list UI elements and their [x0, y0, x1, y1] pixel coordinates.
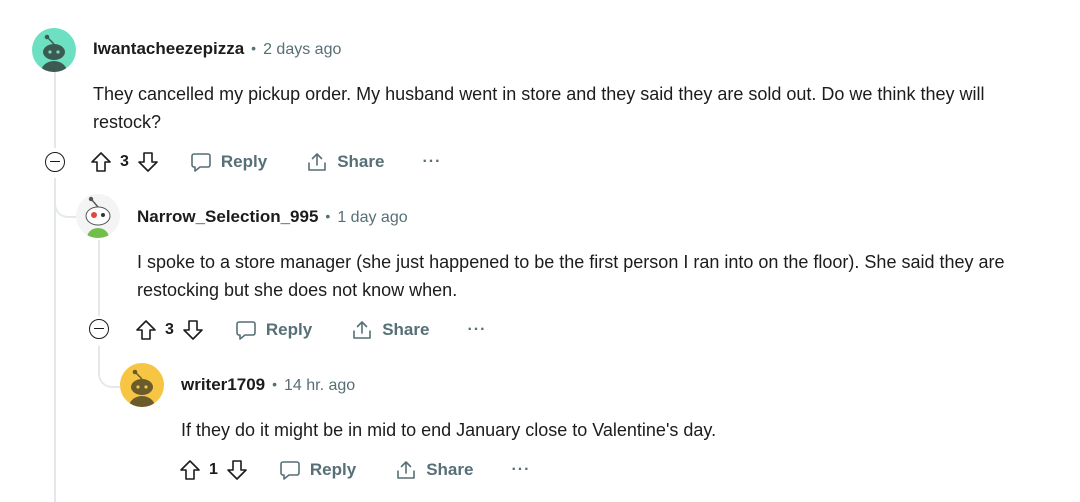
comment-body: They cancelled my pickup order. My husba… [93, 84, 985, 132]
vote-count: 1 [209, 461, 218, 478]
reply-button[interactable]: Reply [235, 319, 312, 341]
downvote-icon[interactable] [182, 319, 204, 341]
share-label: Share [426, 460, 474, 479]
downvote-icon[interactable] [137, 151, 159, 173]
share-button[interactable]: Share [306, 151, 384, 173]
thread-connector [98, 346, 120, 388]
share-icon [395, 459, 417, 481]
comment-meta: Narrow_Selection_995 • 1 day ago [137, 207, 408, 227]
vote-count: 3 [165, 321, 174, 338]
more-options-button[interactable]: ··· [467, 321, 486, 339]
avatar[interactable] [76, 194, 120, 238]
collapse-thread-button[interactable] [89, 319, 109, 339]
thread-line-reply [98, 240, 100, 316]
avatar[interactable] [32, 28, 76, 72]
comment-body: If they do it might be in mid to end Jan… [181, 420, 717, 440]
upvote-icon[interactable] [179, 459, 201, 481]
share-label: Share [382, 320, 430, 339]
thread-line-main [54, 178, 56, 502]
comment-bubble-icon [235, 319, 257, 341]
snoo-avatar-icon [41, 34, 67, 72]
more-options-button[interactable]: ··· [511, 461, 530, 479]
upvote-icon[interactable] [90, 151, 112, 173]
thread-line-main [54, 72, 56, 148]
meta-separator: • [251, 40, 257, 56]
timestamp[interactable]: 14 hr. ago [284, 377, 355, 395]
comment-bubble-icon [190, 151, 212, 173]
comment-meta: Iwantacheezepizza • 2 days ago [93, 39, 341, 59]
thread-connector [54, 190, 78, 218]
reply-label: Reply [220, 152, 268, 171]
username[interactable]: Iwantacheezepizza [93, 39, 244, 59]
comment-bubble-icon [279, 459, 301, 481]
comment-meta: writer1709 • 14 hr. ago [181, 375, 355, 395]
snoo-avatar-icon [85, 196, 111, 238]
timestamp[interactable]: 2 days ago [263, 41, 341, 59]
meta-separator: • [325, 208, 331, 224]
snoo-avatar-icon [129, 369, 155, 407]
upvote-icon[interactable] [135, 319, 157, 341]
downvote-icon[interactable] [226, 459, 248, 481]
username[interactable]: writer1709 [181, 375, 265, 395]
comment-actions: 1 Reply Share ··· [179, 455, 530, 485]
share-button[interactable]: Share [395, 459, 473, 481]
username[interactable]: Narrow_Selection_995 [137, 207, 318, 227]
share-button[interactable]: Share [351, 319, 429, 341]
reply-label: Reply [265, 320, 313, 339]
collapse-thread-button[interactable] [45, 152, 65, 172]
timestamp[interactable]: 1 day ago [337, 209, 407, 227]
vote-count: 3 [120, 153, 129, 170]
comment-actions: 3 Reply Share ··· [90, 147, 441, 177]
reply-label: Reply [309, 460, 357, 479]
reply-button[interactable]: Reply [279, 459, 356, 481]
comment-body: I spoke to a store manager (she just hap… [137, 252, 1005, 300]
avatar[interactable] [120, 363, 164, 407]
more-options-button[interactable]: ··· [422, 153, 441, 171]
share-icon [306, 151, 328, 173]
reply-button[interactable]: Reply [190, 151, 267, 173]
comment-actions: 3 Reply Share ··· [135, 315, 486, 345]
share-label: Share [337, 152, 385, 171]
share-icon [351, 319, 373, 341]
meta-separator: • [272, 376, 278, 392]
